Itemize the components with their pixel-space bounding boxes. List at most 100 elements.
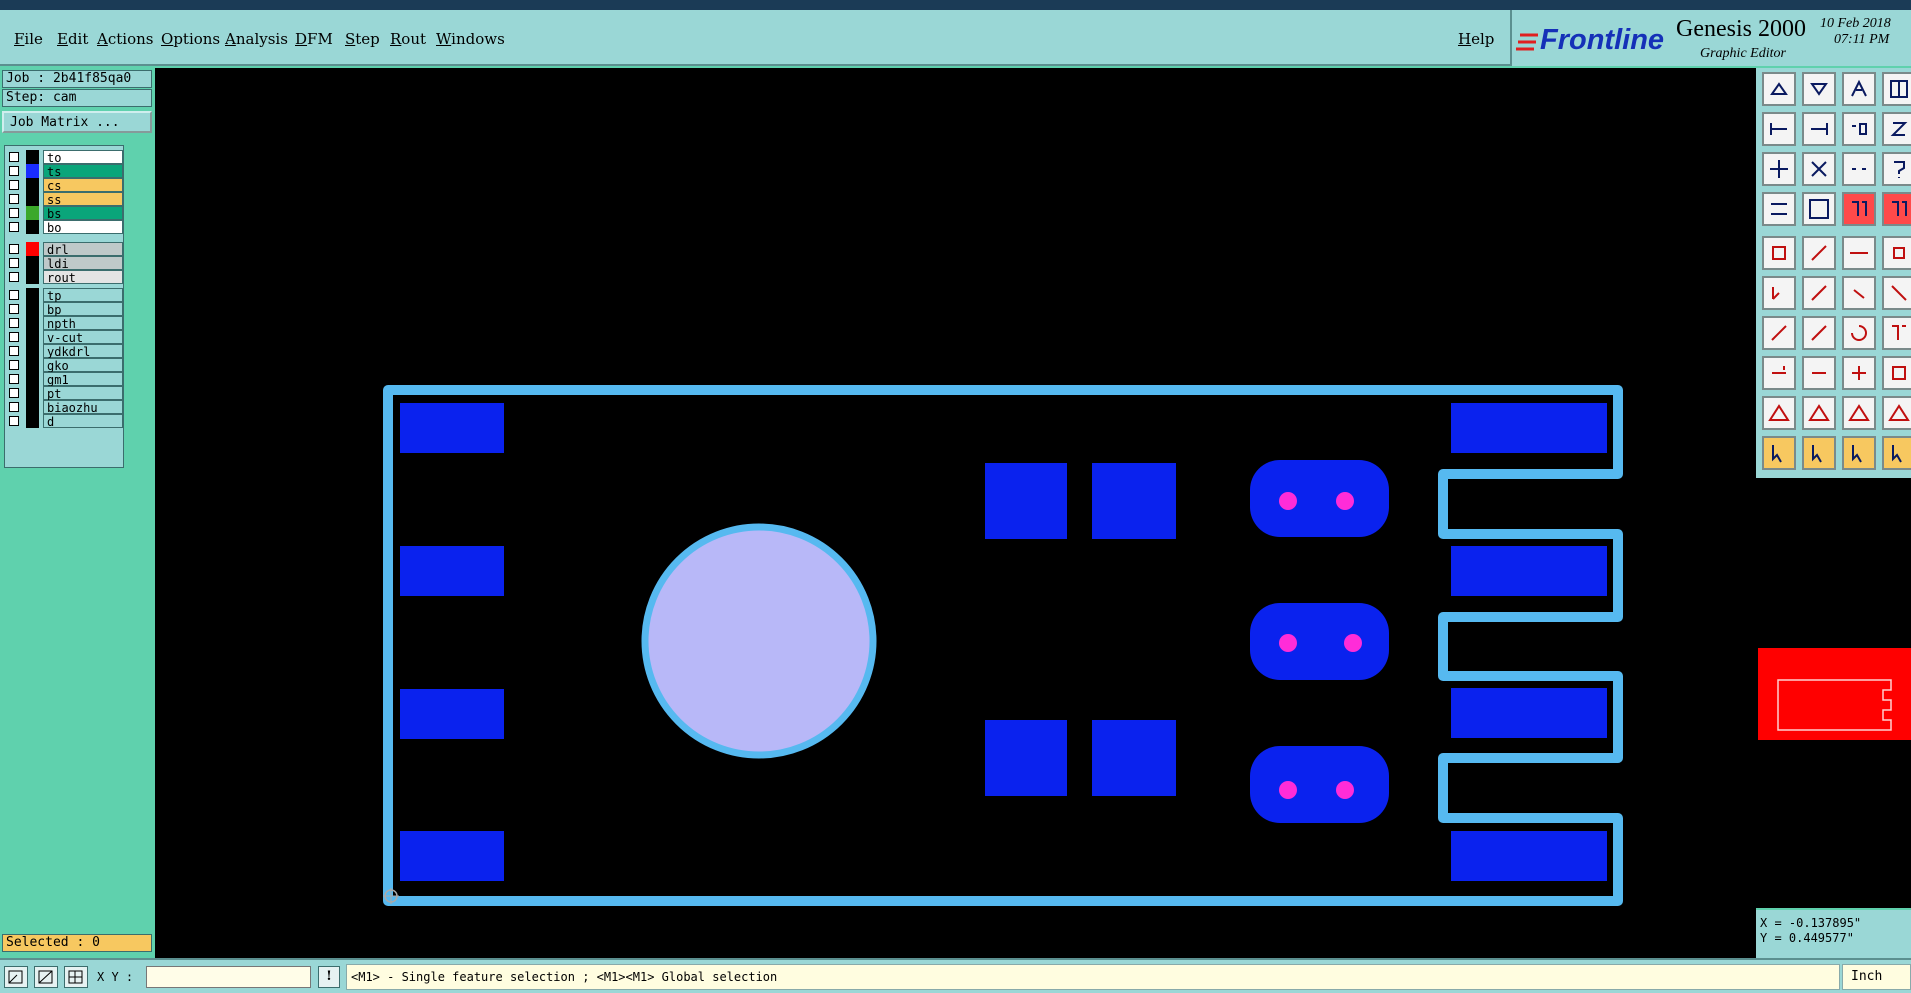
menu-file[interactable]: File: [14, 30, 43, 48]
layer-row-3[interactable]: ss: [7, 192, 123, 207]
tool-button-18[interactable]: [1842, 236, 1876, 270]
layer-color-swatch[interactable]: [26, 206, 39, 220]
layer-checkbox[interactable]: [9, 152, 19, 162]
layer-name[interactable]: v-cut: [43, 330, 123, 345]
layer-checkbox[interactable]: [9, 194, 19, 204]
layer-row-14[interactable]: gko: [7, 358, 123, 373]
menu-rout[interactable]: Rout: [390, 30, 426, 48]
layer-name[interactable]: tp: [43, 288, 123, 303]
menu-help[interactable]: Help: [1458, 30, 1494, 48]
layer-color-swatch[interactable]: [26, 288, 39, 302]
info-button[interactable]: !: [318, 966, 340, 988]
tool-button-2[interactable]: [1842, 72, 1876, 106]
layer-name[interactable]: bo: [43, 220, 123, 235]
layer-name[interactable]: rout: [43, 270, 123, 285]
layer-color-swatch[interactable]: [26, 386, 39, 400]
layer-color-swatch[interactable]: [26, 344, 39, 358]
tool-button-14[interactable]: [1842, 192, 1876, 226]
layer-name[interactable]: biaozhu: [43, 400, 123, 415]
menu-options[interactable]: Options: [161, 30, 220, 48]
layer-color-swatch[interactable]: [26, 372, 39, 386]
layer-row-9[interactable]: tp: [7, 288, 123, 303]
tool-button-30[interactable]: [1842, 356, 1876, 390]
layer-row-12[interactable]: v-cut: [7, 330, 123, 345]
layer-checkbox[interactable]: [9, 290, 19, 300]
layer-row-11[interactable]: npth: [7, 316, 123, 331]
graphic-canvas[interactable]: [155, 68, 1756, 958]
layer-checkbox[interactable]: [9, 166, 19, 176]
layer-color-swatch[interactable]: [26, 150, 39, 164]
layer-color-swatch[interactable]: [26, 192, 39, 206]
job-matrix-button[interactable]: Job Matrix ...: [2, 111, 152, 133]
tool-button-8[interactable]: [1762, 152, 1796, 186]
tool-button-11[interactable]: [1882, 152, 1911, 186]
tool-button-6[interactable]: [1842, 112, 1876, 146]
menu-step[interactable]: Step: [345, 30, 380, 48]
layer-checkbox[interactable]: [9, 272, 19, 282]
tool-button-35[interactable]: [1882, 396, 1911, 430]
layer-name[interactable]: gko: [43, 358, 123, 373]
layer-color-swatch[interactable]: [26, 178, 39, 192]
layer-name[interactable]: bs: [43, 206, 123, 221]
layer-checkbox[interactable]: [9, 346, 19, 356]
tool-button-29[interactable]: [1802, 356, 1836, 390]
menu-analysis[interactable]: Analysis: [225, 30, 288, 48]
tool-button-27[interactable]: [1882, 316, 1911, 350]
tool-button-34[interactable]: [1842, 396, 1876, 430]
layer-color-swatch[interactable]: [26, 302, 39, 316]
layer-name[interactable]: bp: [43, 302, 123, 317]
layer-row-0[interactable]: to: [7, 150, 123, 165]
tool-button-26[interactable]: [1842, 316, 1876, 350]
tool-button-25[interactable]: [1802, 316, 1836, 350]
layer-name[interactable]: ts: [43, 164, 123, 179]
layer-row-7[interactable]: ldi: [7, 256, 123, 271]
tool-button-13[interactable]: [1802, 192, 1836, 226]
layer-row-4[interactable]: bs: [7, 206, 123, 221]
layer-name[interactable]: d: [43, 414, 123, 429]
tool-button-24[interactable]: [1762, 316, 1796, 350]
layer-color-swatch[interactable]: [26, 242, 39, 256]
layer-name[interactable]: pt: [43, 386, 123, 401]
tool-button-16[interactable]: [1762, 236, 1796, 270]
tool-button-7[interactable]: [1882, 112, 1911, 146]
tool-button-38[interactable]: [1842, 436, 1876, 470]
layer-checkbox[interactable]: [9, 388, 19, 398]
layer-checkbox[interactable]: [9, 244, 19, 254]
layer-checkbox[interactable]: [9, 416, 19, 426]
tool-button-32[interactable]: [1762, 396, 1796, 430]
layer-color-swatch[interactable]: [26, 220, 39, 234]
layer-checkbox[interactable]: [9, 222, 19, 232]
layer-row-8[interactable]: rout: [7, 270, 123, 285]
tool-button-36[interactable]: [1762, 436, 1796, 470]
menu-actions[interactable]: Actions: [97, 30, 153, 48]
tool-button-17[interactable]: [1802, 236, 1836, 270]
layer-row-6[interactable]: drl: [7, 242, 123, 257]
layer-row-10[interactable]: bp: [7, 302, 123, 317]
layer-name[interactable]: ydkdrl: [43, 344, 123, 359]
tool-button-37[interactable]: [1802, 436, 1836, 470]
menu-windows[interactable]: Windows: [436, 30, 505, 48]
tool-button-28[interactable]: [1762, 356, 1796, 390]
measure-button[interactable]: [34, 966, 58, 988]
layer-checkbox[interactable]: [9, 360, 19, 370]
layer-checkbox[interactable]: [9, 180, 19, 190]
layer-checkbox[interactable]: [9, 374, 19, 384]
tool-button-12[interactable]: [1762, 192, 1796, 226]
tool-button-15[interactable]: [1882, 192, 1911, 226]
tool-button-19[interactable]: [1882, 236, 1911, 270]
layer-checkbox[interactable]: [9, 304, 19, 314]
tool-button-1[interactable]: [1802, 72, 1836, 106]
layer-color-swatch[interactable]: [26, 256, 39, 270]
layer-color-swatch[interactable]: [26, 330, 39, 344]
tool-button-0[interactable]: [1762, 72, 1796, 106]
layer-name[interactable]: ldi: [43, 256, 123, 271]
tool-button-20[interactable]: [1762, 276, 1796, 310]
tool-button-33[interactable]: [1802, 396, 1836, 430]
layer-name[interactable]: ss: [43, 192, 123, 207]
layer-row-2[interactable]: cs: [7, 178, 123, 193]
tool-button-23[interactable]: [1882, 276, 1911, 310]
grid-button[interactable]: [64, 966, 88, 988]
tool-button-9[interactable]: [1802, 152, 1836, 186]
tool-button-4[interactable]: [1762, 112, 1796, 146]
layer-color-swatch[interactable]: [26, 414, 39, 428]
